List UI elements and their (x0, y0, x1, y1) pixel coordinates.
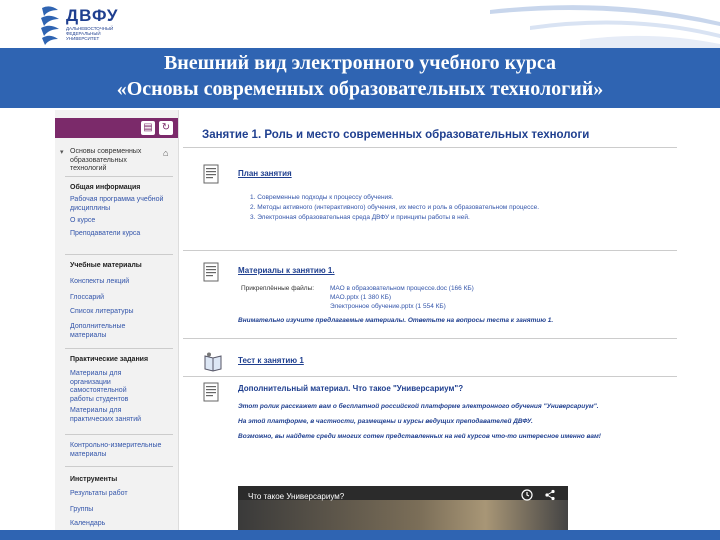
home-icon[interactable]: ⌂ (163, 148, 168, 158)
sidebar-header: ▤ ↻ (55, 118, 178, 138)
lms-screenshot: ▤ ↻ ▾ Основы современных образовательных… (55, 110, 677, 530)
divider (65, 176, 173, 177)
folder-icon[interactable]: ▤ (141, 121, 155, 135)
block-title-additional: Дополнительный материал. Что такое "Унив… (238, 384, 464, 393)
block-title-plan[interactable]: План занятия (238, 169, 292, 178)
sidebar-item-glossary[interactable]: Глоссарий (70, 294, 170, 303)
slide-title-line-2: «Основы современных образовательных техн… (116, 78, 604, 100)
clock-icon[interactable] (521, 489, 533, 501)
video-title: Что такое Универсариум? (248, 492, 345, 501)
materials-note: Внимательно изучите предлагаемые материа… (238, 317, 554, 324)
divider (183, 250, 677, 251)
share-icon[interactable] (544, 489, 556, 501)
block-title-materials[interactable]: Материалы к занятию 1. (238, 266, 335, 275)
logo-subtitle: ДАЛЬНЕВОСТОЧНЫЙ ФЕДЕРАЛЬНЫЙ УНИВЕРСИТЕТ (66, 26, 114, 41)
plan-item: 2. Методы активного (интерактивного) обу… (250, 204, 540, 211)
sidebar-item-literature[interactable]: Список литературы (70, 308, 170, 317)
file-link[interactable]: МАО в образовательном процессе.doc (166 … (330, 285, 474, 293)
sidebar-item-about[interactable]: О курсе (70, 217, 170, 226)
course-sidebar: ▤ ↻ ▾ Основы современных образовательных… (55, 110, 179, 530)
sidebar-item-additional[interactable]: Дополнительные материалы (70, 323, 140, 340)
sidebar-course-title[interactable]: Основы современных образовательных техно… (70, 148, 160, 174)
logo-text: ДВФУ (66, 6, 119, 25)
refresh-icon[interactable]: ↻ (159, 121, 173, 135)
sidebar-section-title: Инструменты (70, 476, 118, 483)
divider (183, 338, 677, 339)
video-thumbnail (238, 500, 568, 530)
sidebar-item-teachers[interactable]: Преподаватели курса (70, 230, 170, 239)
bottom-bar (0, 530, 720, 540)
document-icon (203, 382, 219, 402)
document-icon (203, 262, 219, 282)
attached-files-label: Прикреплённые файлы: (241, 285, 315, 292)
chevron-down-icon[interactable]: ▾ (60, 148, 64, 156)
document-icon (203, 164, 219, 184)
divider (65, 254, 173, 255)
lesson-title: Занятие 1. Роль и место современных обра… (202, 129, 590, 141)
slide-title-line-1: Внешний вид электронного учебного курса (163, 52, 557, 74)
sidebar-item-results[interactable]: Результаты работ (70, 490, 170, 499)
divider (183, 376, 677, 377)
sidebar-item-calendar[interactable]: Календарь (70, 520, 170, 529)
dvfu-logo-icon (41, 6, 59, 45)
sidebar-item-groups[interactable]: Группы (70, 506, 170, 515)
sidebar-item-self-work[interactable]: Материалы для организации самостоятельно… (70, 370, 150, 404)
top-band: ДВФУ ДАЛЬНЕВОСТОЧНЫЙ ФЕДЕРАЛЬНЫЙ УНИВЕРС… (0, 0, 720, 50)
additional-note: Возможно, вы найдете среди многих сотен … (238, 433, 601, 440)
block-title-test[interactable]: Тест к занятию 1 (238, 356, 304, 365)
sidebar-item-lectures[interactable]: Конспекты лекций (70, 278, 170, 287)
additional-note: Этот ролик расскажет вам о бесплатной ро… (238, 403, 599, 410)
sidebar-section-title: Практические задания (70, 356, 149, 363)
plan-item: 3. Электронная образовательная среда ДВФ… (250, 214, 470, 221)
test-icon (204, 352, 222, 372)
sidebar-section-title: Учебные материалы (70, 262, 142, 269)
sidebar-item-practice[interactable]: Материалы для практических занятий (70, 407, 150, 424)
sidebar-section-title: Общая информация (70, 184, 141, 191)
divider (65, 434, 173, 435)
divider (65, 466, 173, 467)
file-link[interactable]: МАО.pptx (1 380 КБ) (330, 294, 391, 302)
sidebar-item-work-program[interactable]: Рабочая программа учебной дисциплины (70, 196, 170, 213)
video-player[interactable]: Что такое Универсариум? (238, 486, 568, 530)
plan-item: 1. Современные подходы к процессу обучен… (250, 194, 394, 201)
sidebar-item-kim[interactable]: Контрольно-измерительные материалы (70, 442, 170, 459)
decoration-swoosh-icon (490, 5, 720, 48)
file-link[interactable]: Электронное обучение.pptx (1 554 КБ) (330, 303, 446, 311)
additional-note: На этой платформе, в частности, размещен… (238, 418, 533, 425)
divider (65, 348, 173, 349)
dvfu-logo: ДВФУ ДАЛЬНЕВОСТОЧНЫЙ ФЕДЕРАЛЬНЫЙ УНИВЕРС… (38, 4, 130, 46)
divider (183, 147, 677, 148)
